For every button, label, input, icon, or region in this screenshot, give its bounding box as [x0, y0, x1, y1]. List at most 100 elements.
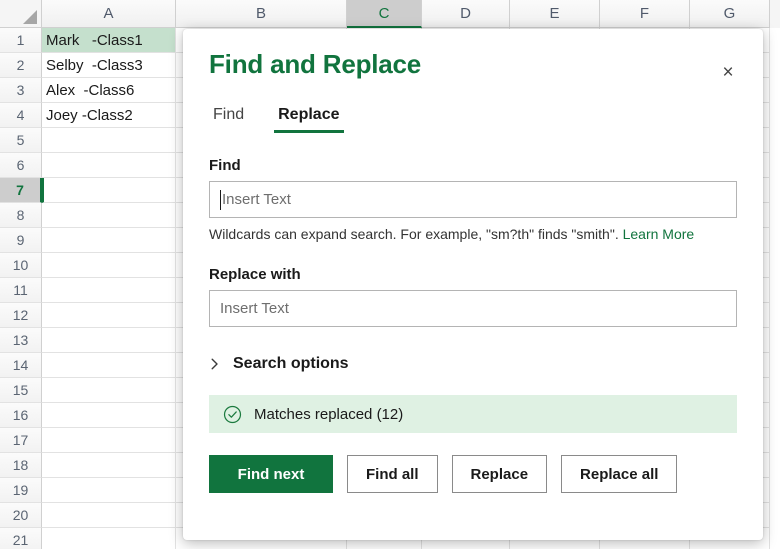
column-header-c[interactable]: C [347, 0, 422, 28]
row-header-label: 15 [13, 382, 29, 398]
row-header-17[interactable]: 17 [0, 428, 42, 453]
select-all-corner[interactable] [0, 0, 42, 28]
row-header-18[interactable]: 18 [0, 453, 42, 478]
row-header-7[interactable]: 7 [0, 178, 42, 203]
row-header-11[interactable]: 11 [0, 278, 42, 303]
replace-input[interactable] [209, 290, 737, 327]
find-all-button[interactable]: Find all [347, 455, 438, 493]
row-header-10[interactable]: 10 [0, 253, 42, 278]
row-header-12[interactable]: 12 [0, 303, 42, 328]
cell-a1[interactable]: Mark -Class1 [42, 28, 176, 53]
learn-more-link[interactable]: Learn More [623, 226, 695, 242]
cell-a6[interactable] [42, 153, 176, 178]
row-header-14[interactable]: 14 [0, 353, 42, 378]
cell-a16[interactable] [42, 403, 176, 428]
row-header-label: 1 [17, 32, 25, 48]
cell-a3[interactable]: Alex -Class6 [42, 78, 176, 103]
row-header-21[interactable]: 21 [0, 528, 42, 549]
row-header-label: 5 [17, 132, 25, 148]
row-header-label: 17 [13, 432, 29, 448]
column-header-e[interactable]: E [510, 0, 600, 28]
status-banner: Matches replaced (12) [209, 395, 737, 433]
cell-a13[interactable] [42, 328, 176, 353]
row-header-label: 21 [13, 532, 29, 548]
row-header-19[interactable]: 19 [0, 478, 42, 503]
row-header-label: 7 [16, 182, 24, 198]
row-header-column: 123456789101112131415161718192021 [0, 28, 42, 549]
row-header-4[interactable]: 4 [0, 103, 42, 128]
cell-a4[interactable]: Joey -Class2 [42, 103, 176, 128]
cell-a20[interactable] [42, 503, 176, 528]
row-header-16[interactable]: 16 [0, 403, 42, 428]
cell-a5[interactable] [42, 128, 176, 153]
row-header-label: 3 [17, 82, 25, 98]
row-header-label: 19 [13, 482, 29, 498]
row-header-3[interactable]: 3 [0, 78, 42, 103]
search-options-label: Search options [233, 355, 349, 373]
row-header-8[interactable]: 8 [0, 203, 42, 228]
row-header-label: 11 [13, 282, 28, 298]
row-header-2[interactable]: 2 [0, 53, 42, 78]
replace-input-wrap [209, 290, 737, 327]
row-header-13[interactable]: 13 [0, 328, 42, 353]
column-header-row: A B C D E F G [0, 0, 780, 28]
wildcard-hint: Wildcards can expand search. For example… [209, 226, 737, 242]
column-header-g[interactable]: G [690, 0, 770, 28]
close-icon[interactable]: × [715, 59, 741, 85]
row-header-label: 14 [13, 357, 29, 373]
row-header-label: 9 [17, 232, 25, 248]
row-header-5[interactable]: 5 [0, 128, 42, 153]
row-header-label: 18 [13, 457, 29, 473]
excel-find-replace-screen: ABCDEFG 12345678910111213141516171819202… [0, 0, 780, 549]
column-header-label: C [379, 5, 390, 22]
cell-a15[interactable] [42, 378, 176, 403]
row-header-9[interactable]: 9 [0, 228, 42, 253]
search-options-toggle[interactable]: Search options [209, 355, 737, 373]
cell-a2[interactable]: Selby -Class3 [42, 53, 176, 78]
column-header-a[interactable]: A [42, 0, 176, 28]
column-header-f[interactable]: F [600, 0, 690, 28]
cell-a8[interactable] [42, 203, 176, 228]
row-header-6[interactable]: 6 [0, 153, 42, 178]
cell-a18[interactable] [42, 453, 176, 478]
status-message: Matches replaced (12) [254, 406, 403, 423]
column-header-label: B [256, 5, 266, 22]
column-header-b[interactable]: B [176, 0, 347, 28]
find-and-replace-dialog: × Find and Replace Find Replace Find Wil… [183, 29, 763, 540]
wildcard-hint-text: Wildcards can expand search. For example… [209, 226, 623, 242]
tab-find[interactable]: Find [209, 104, 248, 133]
cell-a12[interactable] [42, 303, 176, 328]
tab-replace-label: Replace [278, 106, 339, 123]
row-header-20[interactable]: 20 [0, 503, 42, 528]
row-header-label: 12 [13, 307, 29, 323]
column-header-label: A [103, 5, 113, 22]
tab-replace[interactable]: Replace [274, 104, 343, 133]
row-header-label: 4 [17, 107, 25, 123]
replace-field-label: Replace with [209, 266, 737, 283]
row-header-1[interactable]: 1 [0, 28, 42, 53]
cell-a10[interactable] [42, 253, 176, 278]
cell-a9[interactable] [42, 228, 176, 253]
replace-button[interactable]: Replace [452, 455, 548, 493]
text-caret [220, 190, 221, 210]
dialog-button-row: Find next Find all Replace Replace all [209, 455, 737, 493]
column-header-label: F [640, 5, 649, 22]
column-header-label: E [549, 5, 559, 22]
dialog-tabs: Find Replace [209, 104, 737, 133]
row-header-label: 20 [13, 507, 29, 523]
dialog-title: Find and Replace [209, 29, 737, 80]
cell-a17[interactable] [42, 428, 176, 453]
find-input[interactable] [209, 181, 737, 218]
cell-a19[interactable] [42, 478, 176, 503]
cell-a7[interactable] [42, 178, 176, 203]
cell-a14[interactable] [42, 353, 176, 378]
replace-all-button[interactable]: Replace all [561, 455, 677, 493]
row-header-label: 10 [13, 257, 29, 273]
cell-a21[interactable] [42, 528, 176, 549]
column-header-d[interactable]: D [422, 0, 510, 28]
find-field-label: Find [209, 157, 737, 174]
row-header-15[interactable]: 15 [0, 378, 42, 403]
find-next-button[interactable]: Find next [209, 455, 333, 493]
row-header-label: 2 [17, 57, 25, 73]
cell-a11[interactable] [42, 278, 176, 303]
